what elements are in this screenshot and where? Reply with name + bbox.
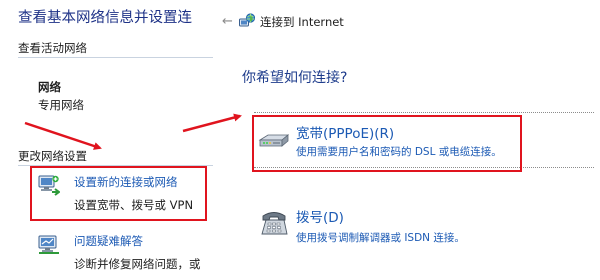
task-troubleshoot[interactable]: 问题疑难解答 诊断并修复网络问题，或 [38, 233, 208, 277]
page-title: 查看基本网络信息并设置连 [18, 10, 192, 26]
network-setup-icon [38, 174, 61, 196]
dialup-option-description: 使用拨号调制解调器或 ISDN 连接。 [296, 232, 465, 244]
back-arrow-icon[interactable]: ← [222, 14, 233, 29]
connection-question: 你希望如何连接? [242, 70, 348, 86]
active-networks-heading: 查看活动网络 [18, 41, 87, 55]
task-setup-connection[interactable]: 设置新的连接或网络 设置宽带、拨号或 VPN [38, 174, 208, 222]
troubleshoot-icon [38, 233, 60, 255]
change-settings-heading: 更改网络设置 [18, 149, 87, 163]
broadband-option-description: 使用需要用户名和密码的 DSL 或电缆连接。 [296, 146, 502, 158]
network-sharing-center-pane: 查看基本网络信息并设置连 查看活动网络 网络 专用网络 更改网络设置 设置新的连… [0, 0, 213, 280]
internet-connection-icon [239, 13, 256, 29]
setup-connection-link[interactable]: 设置新的连接或网络 [74, 174, 178, 190]
setup-connection-description: 设置宽带、拨号或 VPN [74, 198, 194, 212]
broadband-option-label[interactable]: 宽带(PPPoE)(R) [296, 122, 394, 142]
dialup-option[interactable]: 拨号(D) 使用拨号调制解调器或 ISDN 连接。 [254, 198, 594, 254]
section-divider [18, 165, 213, 166]
section-divider [18, 57, 213, 58]
dialup-phone-icon [258, 206, 290, 238]
network-name: 网络 [38, 80, 61, 94]
troubleshoot-description: 诊断并修复网络问题，或 [74, 257, 201, 271]
troubleshoot-link[interactable]: 问题疑难解答 [74, 233, 143, 249]
connect-to-internet-wizard: ← 连接到 Internet 你希望如何连接? 宽带(PPPoE)(R) 使用需… [213, 0, 600, 280]
broadband-modem-icon [258, 124, 290, 156]
wizard-title: 连接到 Internet [260, 15, 344, 29]
dialup-option-label[interactable]: 拨号(D) [296, 206, 344, 226]
broadband-pppoe-option[interactable]: 宽带(PPPoE)(R) 使用需要用户名和密码的 DSL 或电缆连接。 [254, 112, 594, 168]
network-type: 专用网络 [38, 98, 84, 112]
